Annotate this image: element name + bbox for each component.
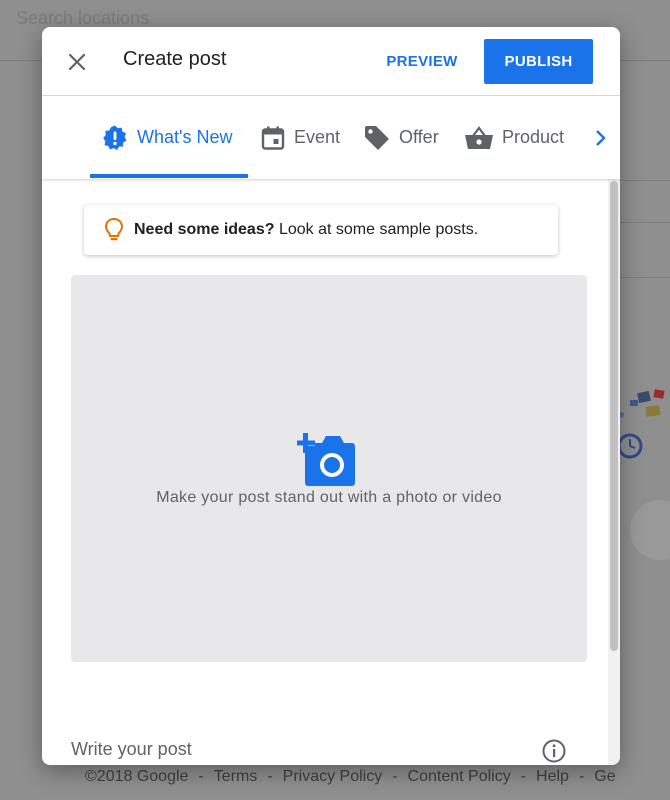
close-icon xyxy=(68,53,86,71)
tab-offer[interactable]: Offer xyxy=(363,96,439,179)
basket-icon xyxy=(465,125,493,149)
close-button[interactable] xyxy=(62,47,92,77)
footer-link-terms[interactable]: Terms xyxy=(214,768,258,785)
sample-posts-text: Need some ideas? Look at some sample pos… xyxy=(134,221,478,239)
post-type-tabs: What's New Event Offer Product xyxy=(42,96,620,179)
background-footer: ©2018 Google - Terms - Privacy Policy - Conten… xyxy=(85,768,670,792)
footer-separator: - xyxy=(198,768,204,785)
tab-event[interactable]: Event xyxy=(260,96,340,179)
preview-button[interactable]: PREVIEW xyxy=(380,39,464,83)
tab-label: Offer xyxy=(399,127,439,147)
photo-video-prompt: Make your post stand out with a photo or… xyxy=(156,489,502,506)
background-divider xyxy=(618,222,670,223)
write-post-placeholder: Write your post xyxy=(71,739,192,759)
tab-label: Product xyxy=(502,127,565,147)
publish-button[interactable]: PUBLISH xyxy=(484,39,593,84)
whats-new-icon xyxy=(103,125,127,150)
sample-posts-card[interactable]: Need some ideas? Look at some sample pos… xyxy=(84,205,558,255)
footer-separator: - xyxy=(578,768,585,785)
scrollbar[interactable] xyxy=(608,179,620,765)
tab-whats-new[interactable]: What's New xyxy=(101,96,232,179)
lightbulb-icon xyxy=(104,217,124,243)
tag-icon xyxy=(365,125,389,150)
dialog-header: Create post PREVIEW PUBLISH xyxy=(42,27,620,96)
sample-posts-bold: Need some ideas? xyxy=(134,221,275,238)
footer-link-content-policy[interactable]: Content Policy xyxy=(408,768,511,785)
tab-product[interactable]: Product xyxy=(464,96,564,179)
footer-separator: - xyxy=(267,768,273,785)
active-tab-indicator xyxy=(90,174,248,178)
footer-link-truncated[interactable]: Ge xyxy=(594,768,615,785)
background-shape xyxy=(630,500,670,560)
footer-copyright: ©2018 Google xyxy=(85,768,189,785)
calendar-icon xyxy=(261,126,285,150)
footer-separator: - xyxy=(520,768,527,785)
footer-link-privacy[interactable]: Privacy Policy xyxy=(283,768,383,785)
sample-posts-link: Look at some sample posts. xyxy=(274,221,479,238)
dialog-title: Create post xyxy=(123,48,227,70)
scrollbar-thumb[interactable] xyxy=(610,181,618,651)
tab-label: What's New xyxy=(137,127,233,147)
chevron-right-icon xyxy=(596,130,606,146)
footer-separator: - xyxy=(392,768,398,785)
photo-video-upload[interactable]: Make your post stand out with a photo or… xyxy=(71,275,587,662)
background-card xyxy=(618,180,670,278)
info-icon[interactable] xyxy=(541,738,567,764)
tabs-next-button[interactable] xyxy=(588,118,612,158)
add-photo-icon xyxy=(297,433,355,486)
tab-label: Event xyxy=(294,127,341,147)
background-illustration xyxy=(617,389,665,459)
write-post-field[interactable]: Write your post xyxy=(71,727,587,765)
footer-link-help[interactable]: Help xyxy=(536,768,569,785)
create-post-dialog: Create post PREVIEW PUBLISH What's New E… xyxy=(42,27,620,765)
background-search-placeholder: Search locations xyxy=(16,8,150,28)
